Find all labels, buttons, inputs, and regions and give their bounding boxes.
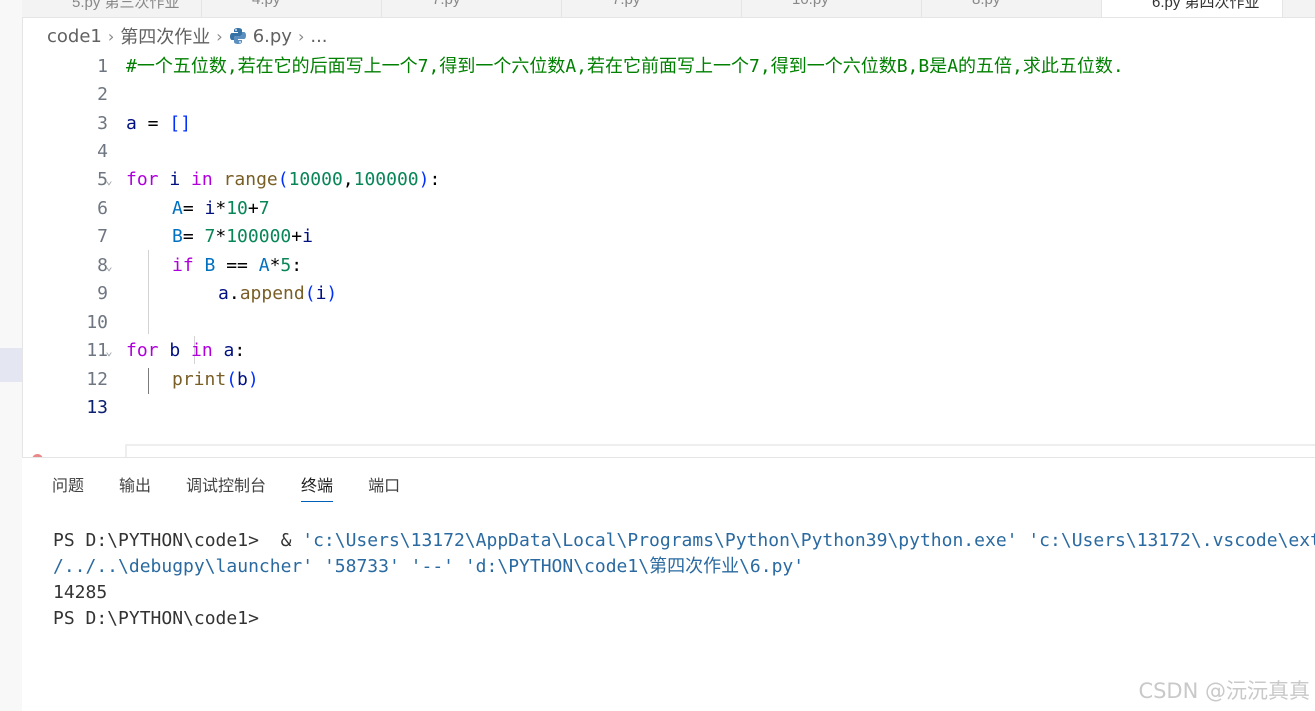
code-text: A= i*10+7 (172, 198, 270, 219)
bottom-panel: 问题 输出 调试控制台 终端 端口 PS D:\PYTHON\code1> & … (22, 457, 1315, 711)
chevron-right-icon: › (216, 26, 223, 46)
tab-label: 10.py (792, 0, 829, 8)
terminal-line: PS D:\PYTHON\code1> (53, 608, 259, 629)
watermark: CSDN @沅沅真真 (1138, 679, 1310, 703)
code-comment: #一个五位数,若在它的后面写上一个7,得到一个六位数A,若在它前面写上一个7,得… (126, 56, 1124, 77)
tab-label: 6.py 第四次作业 (1152, 0, 1260, 11)
breadcrumb: code1 › 第四次作业 › 6.py › ... (47, 23, 328, 49)
tab-7-py[interactable]: 7.py (382, 0, 562, 17)
chevron-down-icon[interactable]: ⌄ (102, 252, 116, 280)
tab-terminal[interactable]: 终端 (301, 472, 334, 502)
code-line-5[interactable]: 5 ⌄ for i in range(10000,100000): (22, 166, 1315, 194)
breadcrumb-root[interactable]: code1 (47, 26, 102, 47)
code-line-12[interactable]: 12 print(b) (22, 366, 1315, 394)
vscode-window: 5.py 第三次作业 4.py 7.py 7.py 10.py 8.py 6.p… (0, 0, 1315, 711)
code-text: for b in a: (126, 340, 246, 361)
code-line-3[interactable]: 3 a = [] (22, 110, 1315, 138)
tab-label: 4.py (252, 0, 280, 8)
line-number: 4 (97, 141, 108, 162)
code-line-11[interactable]: 11 ⌄ for b in a: (22, 337, 1315, 365)
tab-problems[interactable]: 问题 (52, 472, 84, 502)
tab-10-py[interactable]: 10.py (742, 0, 922, 17)
line-number: 1 (97, 56, 108, 77)
panel-tab-bar: 问题 输出 调试控制台 终端 端口 (52, 472, 435, 502)
editor-tab-bar: 5.py 第三次作业 4.py 7.py 7.py 10.py 8.py 6.p… (22, 0, 1315, 18)
tab-label: 5.py 第三次作业 (72, 0, 180, 11)
code-text: if B == A*5: (172, 255, 303, 276)
tab-label: 8.py (972, 0, 1000, 8)
terminal-output[interactable]: PS D:\PYTHON\code1> & 'c:\Users\13172\Ap… (53, 528, 1315, 632)
line-number: 11 (86, 340, 108, 361)
code-line-9[interactable]: 9 a.append(i) (22, 280, 1315, 308)
activity-bar-selected-marker (0, 348, 22, 382)
chevron-right-icon: › (297, 26, 305, 46)
code-text: a.append(i) (218, 283, 338, 304)
code-text: B= 7*100000+i (172, 226, 313, 247)
chevron-down-icon[interactable]: ⌄ (102, 337, 116, 365)
line-number: 7 (97, 226, 108, 247)
code-editor[interactable]: 1 #一个五位数,若在它的后面写上一个7,得到一个六位数A,若在它前面写上一个7… (22, 52, 1315, 471)
breadcrumb-file[interactable]: 6.py (253, 26, 292, 47)
code-line-4[interactable]: 4 (22, 138, 1315, 166)
python-file-icon (229, 27, 247, 45)
tab-8-py[interactable]: 8.py (922, 0, 1102, 17)
tab-debug-console[interactable]: 调试控制台 (186, 472, 266, 502)
chevron-down-icon[interactable]: ⌄ (102, 166, 116, 194)
code-line-13[interactable]: 13 (22, 394, 1315, 422)
tab-7-py-2[interactable]: 7.py (562, 0, 742, 17)
tab-label: 7.py (612, 0, 640, 8)
line-number: 6 (97, 198, 108, 219)
code-line-10[interactable]: 10 (22, 309, 1315, 337)
line-number: 13 (86, 397, 108, 418)
code-line-7[interactable]: 7 B= 7*100000+i (22, 223, 1315, 251)
tab-output[interactable]: 输出 (119, 472, 151, 502)
line-number: 12 (86, 369, 108, 390)
code-line-2[interactable]: 2 (22, 81, 1315, 109)
terminal-line: PS D:\PYTHON\code1> & 'c:\Users\13172\Ap… (53, 530, 1315, 551)
code-text: print(b) (172, 369, 259, 390)
line-number: 8 (97, 255, 108, 276)
terminal-line: 14285 (53, 582, 108, 603)
line-number: 9 (97, 283, 108, 304)
line-number: 5 (97, 169, 108, 190)
chevron-right-icon: › (107, 26, 115, 46)
tab-5-py[interactable]: 5.py 第三次作业 (22, 0, 202, 17)
tab-ports[interactable]: 端口 (368, 472, 400, 502)
tab-label: 7.py (432, 0, 460, 8)
code-line-1[interactable]: 1 #一个五位数,若在它的后面写上一个7,得到一个六位数A,若在它前面写上一个7… (22, 53, 1315, 81)
code-text: a = [] (126, 113, 192, 134)
line-number: 3 (97, 113, 108, 134)
breadcrumb-more[interactable]: ... (310, 26, 327, 47)
terminal-line: /../..\debugpy\launcher' '58733' '--' 'd… (53, 556, 805, 577)
line-number: 2 (97, 84, 108, 105)
tab-6-py-active[interactable]: 6.py 第四次作业 (1102, 0, 1283, 17)
tab-4-py[interactable]: 4.py (202, 0, 382, 17)
breadcrumb-folder[interactable]: 第四次作业 (120, 23, 210, 49)
activity-bar (0, 0, 23, 711)
line-number: 10 (86, 312, 108, 333)
code-text: for i in range(10000,100000): (126, 169, 441, 190)
code-line-6[interactable]: 6 A= i*10+7 (22, 195, 1315, 223)
code-line-8[interactable]: 8 ⌄ if B == A*5: (22, 252, 1315, 280)
